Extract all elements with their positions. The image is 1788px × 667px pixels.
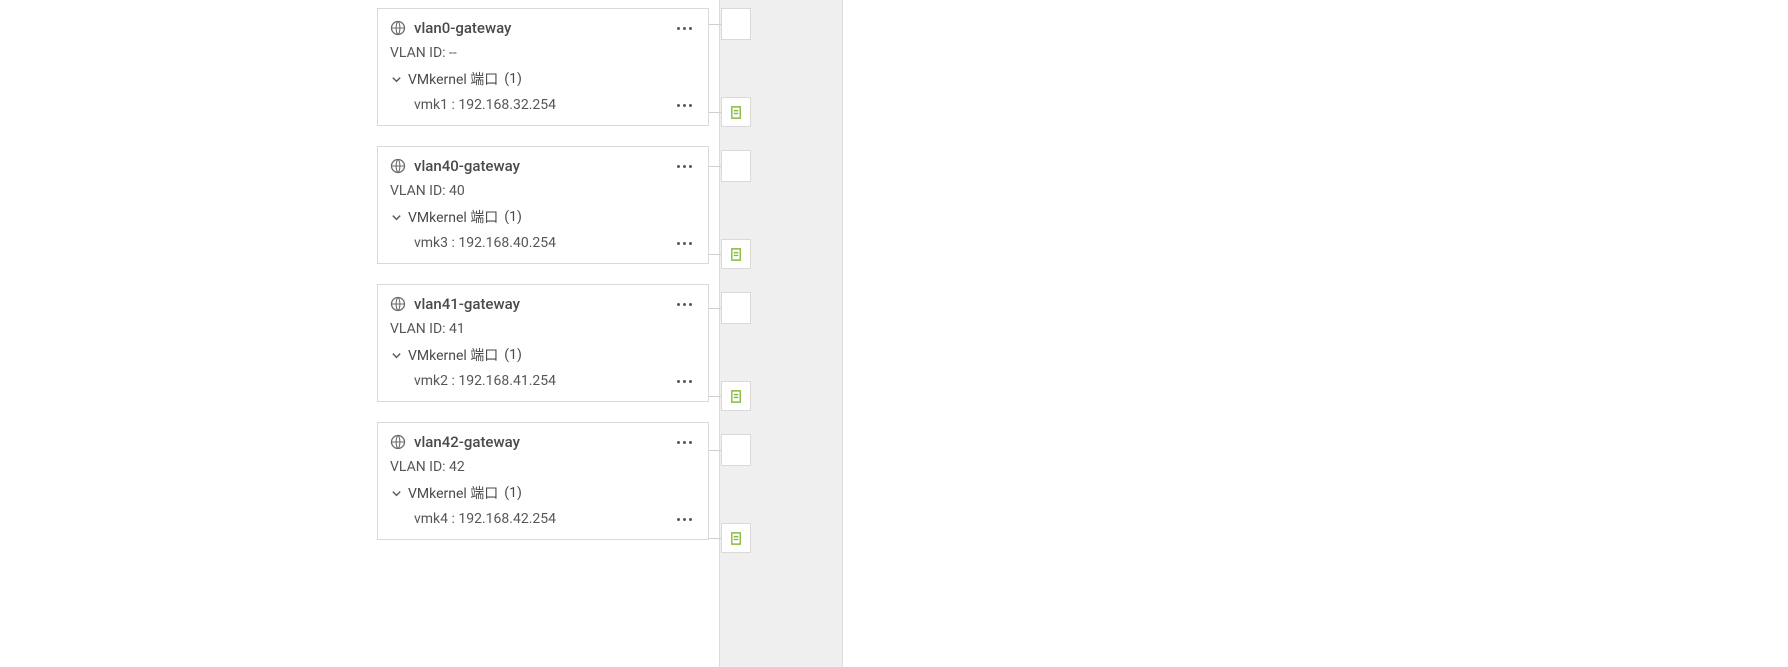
port-actions-button[interactable] — [672, 97, 696, 113]
nic-connector-box — [721, 239, 751, 269]
portgroup-title: vlan42-gateway — [414, 433, 664, 451]
vmkernel-ports-label: VMkernel 端口 — [408, 345, 498, 365]
chevron-down-icon — [390, 349, 402, 361]
connector-line — [709, 166, 721, 167]
card-actions-button[interactable] — [672, 434, 696, 450]
vmkernel-port-row[interactable]: vmk3 : 192.168.40.254 — [390, 235, 696, 251]
portgroup-title: vlan0-gateway — [414, 19, 664, 37]
chevron-down-icon — [390, 487, 402, 499]
card-actions-button[interactable] — [672, 296, 696, 312]
nic-icon — [729, 105, 744, 120]
nic-connector-box — [721, 434, 751, 466]
vmkernel-ports-count: (1) — [504, 485, 522, 501]
network-icon — [390, 20, 406, 36]
nic-connector-box — [721, 150, 751, 182]
vmkernel-ports-count: (1) — [504, 347, 522, 363]
nic-connector-box — [721, 8, 751, 40]
nic-icon — [729, 389, 744, 404]
network-icon — [390, 296, 406, 312]
vmkernel-ports-toggle[interactable]: VMkernel 端口 (1) — [390, 207, 696, 227]
card-actions-button[interactable] — [672, 158, 696, 174]
vlan-id-label: VLAN ID: — [390, 45, 446, 61]
vlan-id-value: -- — [449, 45, 457, 61]
vlan-id-value: 40 — [449, 183, 465, 199]
port-actions-button[interactable] — [672, 373, 696, 389]
vlan-id-label: VLAN ID: — [390, 459, 446, 475]
vmkernel-ports-label: VMkernel 端口 — [408, 207, 498, 227]
vlan-id-value: 42 — [449, 459, 465, 475]
nic-connector-box — [721, 292, 751, 324]
vmkernel-ports-label: VMkernel 端口 — [408, 483, 498, 503]
network-icon — [390, 158, 406, 174]
chevron-down-icon — [390, 73, 402, 85]
vmkernel-port-text: vmk2 : 192.168.41.254 — [414, 373, 672, 389]
vmkernel-port-text: vmk4 : 192.168.42.254 — [414, 511, 672, 527]
nic-icon — [729, 247, 744, 262]
vmkernel-port-text: vmk3 : 192.168.40.254 — [414, 235, 672, 251]
chevron-down-icon — [390, 211, 402, 223]
vmkernel-ports-label: VMkernel 端口 — [408, 69, 498, 89]
connector-line — [709, 112, 721, 113]
portgroup-title: vlan40-gateway — [414, 157, 664, 175]
card-actions-button[interactable] — [672, 20, 696, 36]
portgroup-card-header: vlan41-gateway — [390, 295, 696, 313]
vmkernel-port-text: vmk1 : 192.168.32.254 — [414, 97, 672, 113]
port-actions-button[interactable] — [672, 235, 696, 251]
nic-connector-box — [721, 381, 751, 411]
vmkernel-ports-toggle[interactable]: VMkernel 端口 (1) — [390, 345, 696, 365]
portgroup-card[interactable]: vlan42-gateway VLAN ID: 42 VMkernel 端口 (… — [377, 422, 709, 540]
vmkernel-ports-toggle[interactable]: VMkernel 端口 (1) — [390, 483, 696, 503]
nic-icon — [729, 531, 744, 546]
port-actions-button[interactable] — [672, 511, 696, 527]
portgroup-card[interactable]: vlan40-gateway VLAN ID: 40 VMkernel 端口 (… — [377, 146, 709, 264]
portgroup-title: vlan41-gateway — [414, 295, 664, 313]
connector-line — [709, 450, 721, 451]
portgroup-card-header: vlan0-gateway — [390, 19, 696, 37]
vmkernel-ports-count: (1) — [504, 209, 522, 225]
vmkernel-ports-count: (1) — [504, 71, 522, 87]
vmkernel-port-row[interactable]: vmk2 : 192.168.41.254 — [390, 373, 696, 389]
nic-connector-box — [721, 97, 751, 127]
portgroup-card-header: vlan42-gateway — [390, 433, 696, 451]
vmkernel-ports-toggle[interactable]: VMkernel 端口 (1) — [390, 69, 696, 89]
vlan-id-label: VLAN ID: — [390, 183, 446, 199]
vlan-id-line: VLAN ID: 41 — [390, 321, 696, 337]
portgroup-cards-column: vlan0-gateway VLAN ID: -- VMkernel 端口 (1… — [377, 8, 709, 540]
nic-connector-box — [721, 523, 751, 553]
connector-line — [709, 538, 721, 539]
portgroup-card[interactable]: vlan41-gateway VLAN ID: 41 VMkernel 端口 (… — [377, 284, 709, 402]
connector-line — [709, 396, 721, 397]
vmkernel-port-row[interactable]: vmk1 : 192.168.32.254 — [390, 97, 696, 113]
connector-line — [709, 254, 721, 255]
connector-line — [709, 24, 721, 25]
portgroup-card[interactable]: vlan0-gateway VLAN ID: -- VMkernel 端口 (1… — [377, 8, 709, 126]
network-icon — [390, 434, 406, 450]
vlan-id-line: VLAN ID: -- — [390, 45, 696, 61]
connector-line — [709, 308, 721, 309]
vlan-id-value: 41 — [449, 321, 465, 337]
vlan-id-label: VLAN ID: — [390, 321, 446, 337]
vlan-id-line: VLAN ID: 42 — [390, 459, 696, 475]
vmkernel-port-row[interactable]: vmk4 : 192.168.42.254 — [390, 511, 696, 527]
vlan-id-line: VLAN ID: 40 — [390, 183, 696, 199]
portgroup-card-header: vlan40-gateway — [390, 157, 696, 175]
